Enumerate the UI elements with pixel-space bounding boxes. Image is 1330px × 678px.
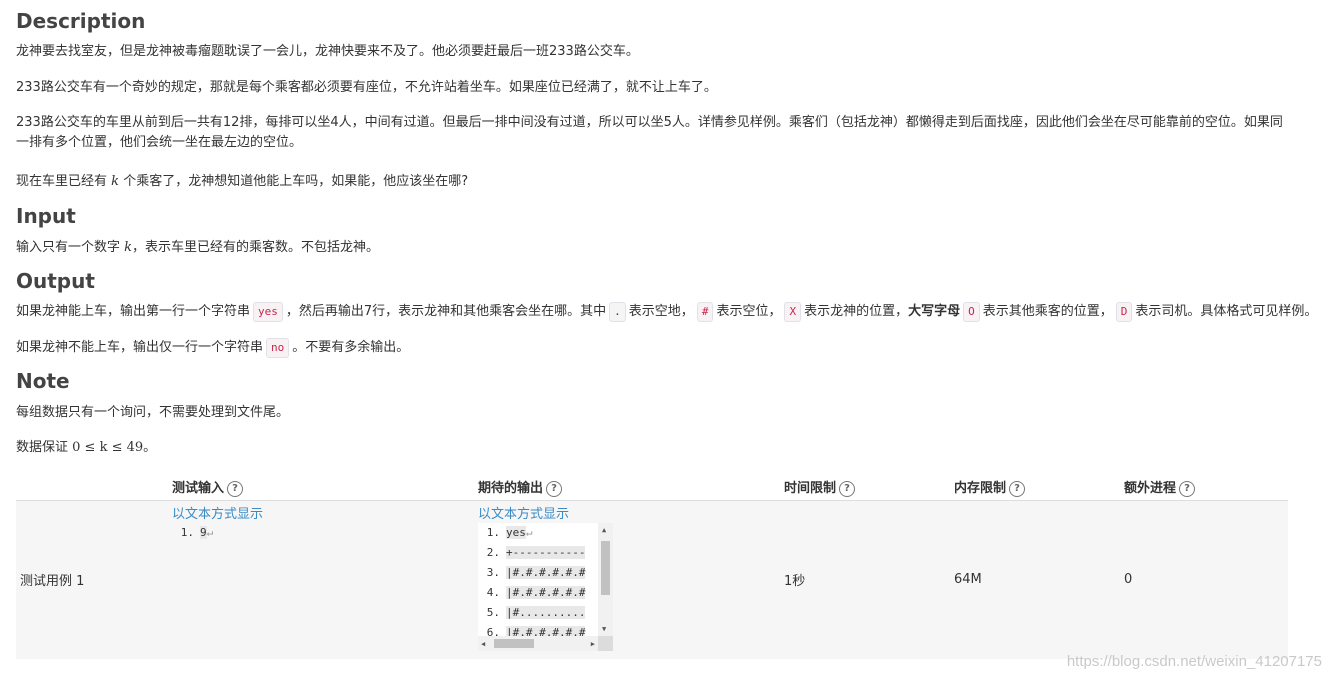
testcase-table: 测试输入? 期待的输出? 时间限制? 内存限制? 额外进程? 测试用例 1 以文… [16, 474, 1288, 659]
time-limit-value: 1秒 [784, 574, 806, 590]
code-dot: . [609, 302, 626, 322]
extra-process-value: 0 [1124, 572, 1133, 588]
code-yes: yes [253, 302, 283, 322]
code-line: 1. yes↵ [486, 526, 533, 539]
scroll-up-arrow-icon[interactable]: ▲ [602, 526, 606, 534]
scroll-left-arrow-icon[interactable]: ◀ [481, 640, 485, 648]
help-icon[interactable]: ? [227, 480, 244, 497]
note-paragraph-2: 数据保证 0 ≤ k ≤ 49。 [16, 440, 157, 455]
description-paragraph-4: 现在车里已经有 k 个乘客了，龙神想知道他能上车吗，如果能，他应该坐在哪? [16, 174, 469, 189]
horizontal-scrollbar[interactable]: ◀ ▶ [478, 636, 598, 651]
header-expected-output: 期待的输出? [474, 474, 780, 501]
output-code-box[interactable]: 1. yes↵ 2. +----------- 3. |#.#.#.#.#.# 4. |… [478, 523, 613, 651]
input-code-box: 1. 9↵ [172, 523, 470, 543]
input-heading: Input [16, 204, 76, 228]
k-variable: k [124, 240, 133, 255]
description-heading: Description [16, 9, 146, 33]
bold-uppercase-letters: 大写字母 [908, 304, 961, 319]
help-icon[interactable]: ? [1179, 480, 1196, 497]
return-icon: ↵ [525, 526, 533, 539]
watermark: https://blog.csdn.net/weixin_41207175 [1066, 653, 1322, 670]
code-x: X [784, 302, 802, 322]
table-row: 测试用例 1 以文本方式显示 1. 9↵ 以文本方式显示 1. yes↵ 2. +--… [16, 500, 1288, 659]
code-line: 5. |#.......... [486, 606, 586, 619]
input-paragraph: 输入只有一个数字 k，表示车里已经有的乘客数。不包括龙神。 [16, 240, 380, 255]
test-input-cell: 以文本方式显示 1. 9↵ [168, 501, 474, 659]
description-paragraph-3: 233路公交车的车里从前到后一共有12排，每排可以坐4人，中间有过道。但最后一排… [16, 115, 1283, 150]
note-heading: Note [16, 369, 70, 393]
description-paragraph-1: 龙神要去找室友，但是龙神被毒瘤题耽误了一会儿，龙神快要来不及了。他必须要赶最后一… [16, 44, 639, 59]
scrollbar-corner [598, 636, 613, 651]
output-paragraph-2: 如果龙神不能上车，输出仅一行一个字符串 no 。不要有多余输出。 [16, 338, 409, 358]
return-icon: ↵ [206, 526, 214, 539]
code-line: 3. |#.#.#.#.#.# [486, 566, 586, 579]
constraint-math: 0 ≤ k ≤ 49 [72, 440, 144, 455]
header-time-limit: 时间限制? [780, 474, 950, 501]
header-test-input: 测试输入? [168, 474, 474, 501]
help-icon[interactable]: ? [839, 480, 856, 497]
k-variable: k [111, 174, 120, 189]
code-no: no [266, 338, 290, 358]
vertical-scroll-thumb[interactable] [601, 541, 610, 595]
testcase-name: 测试用例 1 [20, 574, 85, 590]
scroll-right-arrow-icon[interactable]: ▶ [591, 640, 595, 648]
table-header-row: 测试输入? 期待的输出? 时间限制? 内存限制? 额外进程? [16, 474, 1288, 501]
output-heading: Output [16, 269, 95, 293]
code-hash: # [696, 302, 714, 322]
code-line: 1. 9↵ [180, 526, 214, 539]
scroll-down-arrow-icon[interactable]: ▼ [602, 625, 606, 633]
output-paragraph-1: 如果龙神能上车，输出第一行一个字符串 yes ，然后再输出7行，表示龙神和其他乘客会… [16, 302, 1317, 322]
code-o: O [963, 302, 980, 322]
help-icon[interactable]: ? [546, 480, 563, 497]
note-paragraph-1: 每组数据只有一个询问，不需要处理到文件尾。 [16, 405, 290, 420]
show-as-text-link[interactable]: 以文本方式显示 [478, 507, 776, 523]
help-icon[interactable]: ? [1009, 480, 1026, 497]
description-paragraph-2: 233路公交车有一个奇妙的规定，那就是每个乘客都必须要有座位，不允许站着坐车。如… [16, 80, 717, 95]
memory-limit-value: 64M [954, 572, 982, 588]
code-d: D [1115, 302, 1133, 322]
code-line: 4. |#.#.#.#.#.# [486, 586, 586, 599]
code-line: 2. +----------- [486, 546, 586, 559]
header-extra-process: 额外进程? [1120, 474, 1288, 501]
show-as-text-link[interactable]: 以文本方式显示 [172, 507, 470, 523]
header-memory-limit: 内存限制? [950, 474, 1120, 501]
expected-output-cell: 以文本方式显示 1. yes↵ 2. +----------- 3. |#.#.#.#… [474, 501, 780, 659]
vertical-scrollbar[interactable]: ▲ ▼ [598, 523, 613, 636]
horizontal-scroll-thumb[interactable] [494, 639, 534, 648]
